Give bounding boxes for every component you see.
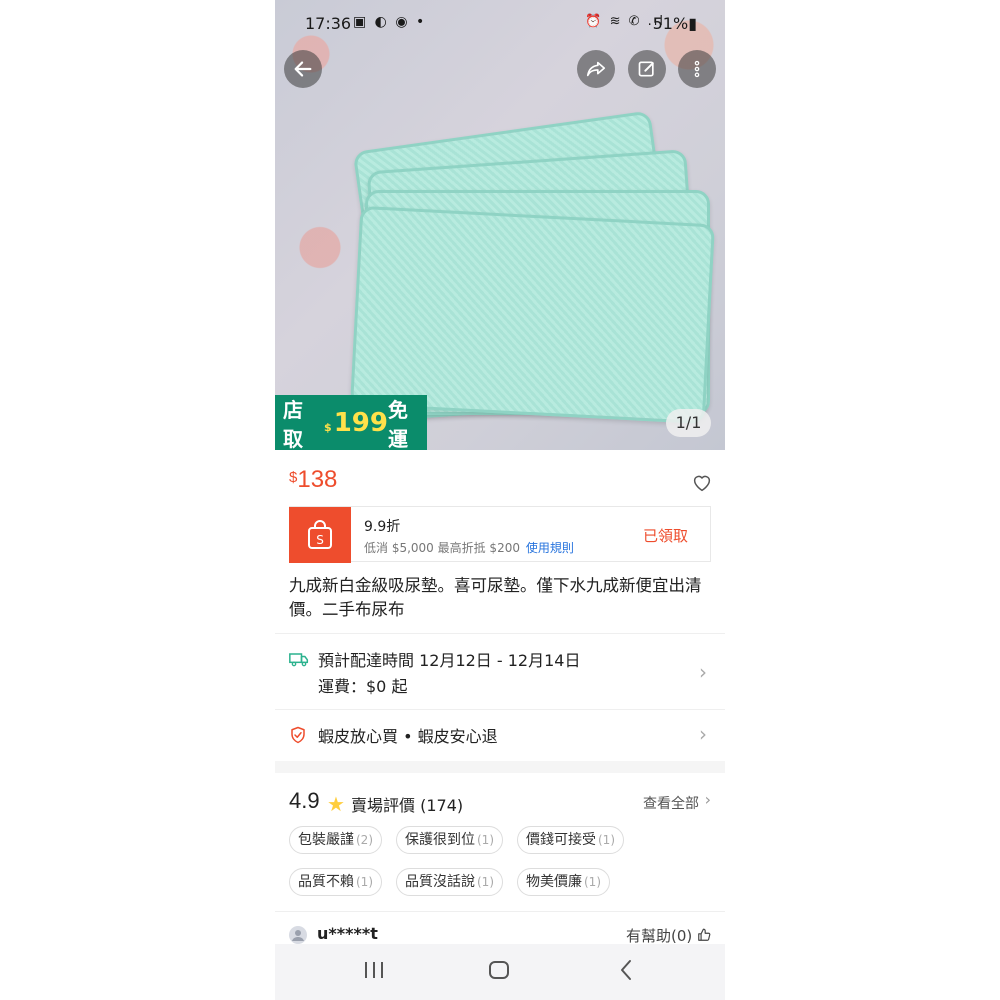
promo-dollar: $ xyxy=(324,421,332,434)
notification-icons: ▣ ◐ ◉ • xyxy=(353,14,427,30)
divider xyxy=(275,911,725,912)
star-icon: ★ xyxy=(327,792,345,816)
review-tag[interactable]: 價錢可接受 (1) xyxy=(517,826,624,854)
helpful-button[interactable]: 有幫助(0) xyxy=(626,925,711,946)
tag-count: (1) xyxy=(598,833,615,847)
tag-label: 品質沒話說 xyxy=(405,874,475,890)
product-image[interactable]: 17:36 ▣ ◐ ◉ • ⏰ ≋ ✆ .ıl 51%▮ 店取 $ 199 免運… xyxy=(275,0,725,451)
voucher-description: 低消 $5,000 最高折抵 $200 使用規則 xyxy=(364,539,574,556)
status-time: 17:36 xyxy=(305,14,352,33)
tag-label: 品質不賴 xyxy=(298,874,354,890)
promo-number: 199 xyxy=(333,407,388,438)
rating-header: 4.9 ★ 賣場評價 (174) 查看全部 › xyxy=(289,788,711,818)
tag-count: (2) xyxy=(356,833,373,847)
review-tag[interactable]: 保護很到位 (1) xyxy=(396,826,503,854)
thumbs-up-icon xyxy=(698,928,711,941)
image-pager: 1/1 xyxy=(666,409,711,437)
review-tag[interactable]: 品質沒話說 (1) xyxy=(396,868,503,896)
chevron-right-icon: › xyxy=(699,722,707,746)
tag-label: 物美價廉 xyxy=(526,874,582,890)
user-icon xyxy=(292,930,304,941)
promo-prefix: 店取 xyxy=(283,397,303,451)
promo-suffix: 免運 xyxy=(387,397,408,451)
rating-score: 4.9 xyxy=(289,788,320,813)
battery-indicator: 51%▮ xyxy=(652,14,697,33)
guarantee-text: 蝦皮放心買 • 蝦皮安心退 xyxy=(318,727,498,746)
voucher-logo: S xyxy=(289,507,351,563)
section-separator xyxy=(275,761,725,773)
truck-icon xyxy=(289,653,309,667)
voucher-rules-link[interactable]: 使用規則 xyxy=(526,541,574,555)
rating-label: 賣場評價 (174) xyxy=(351,796,464,815)
status-bar: 17:36 ▣ ◐ ◉ • ⏰ ≋ ✆ .ıl 51%▮ xyxy=(275,10,725,40)
more-options-button[interactable] xyxy=(678,50,716,88)
recent-apps-icon[interactable] xyxy=(363,958,385,982)
heart-icon[interactable] xyxy=(692,474,712,492)
tag-count: (1) xyxy=(356,875,373,889)
voucher-claimed-status: 已領取 xyxy=(642,527,688,545)
share-icon xyxy=(586,61,606,77)
review-tag[interactable]: 品質不賴 (1) xyxy=(289,868,382,896)
more-vertical-icon xyxy=(694,60,700,78)
voucher-title: 9.9折 xyxy=(364,519,401,535)
shopping-bag-icon: S xyxy=(308,520,332,549)
tag-count: (1) xyxy=(477,833,494,847)
home-icon[interactable] xyxy=(488,958,510,982)
tag-label: 價錢可接受 xyxy=(526,832,596,848)
share-button[interactable] xyxy=(577,50,615,88)
system-navigation-bar xyxy=(275,944,725,1000)
voucher-card[interactable]: S 9.9折 低消 $5,000 最高折抵 $200 使用規則 已領取 xyxy=(289,506,711,563)
shipping-row[interactable]: 預計配達時間 12月12日 - 12月14日 運費：$0 起 › xyxy=(275,634,725,709)
tag-count: (1) xyxy=(477,875,494,889)
svg-text:S: S xyxy=(316,533,324,547)
voucher-conditions: 低消 $5,000 最高折抵 $200 xyxy=(364,541,520,555)
review-tag[interactable]: 包裝嚴謹 (2) xyxy=(289,826,382,854)
shipping-fee: 運費：$0 起 xyxy=(318,677,408,696)
product-page: 17:36 ▣ ◐ ◉ • ⏰ ≋ ✆ .ıl 51%▮ 店取 $ 199 免運… xyxy=(275,0,725,1000)
view-all-link[interactable]: 查看全部 xyxy=(643,793,699,813)
arrow-left-icon xyxy=(294,61,312,77)
pad-graphic xyxy=(350,205,715,425)
chevron-right-icon: › xyxy=(704,790,711,809)
price-value: 138 xyxy=(297,466,338,493)
shield-icon xyxy=(291,726,305,744)
back-button[interactable] xyxy=(284,50,322,88)
back-nav-icon[interactable] xyxy=(615,958,637,982)
edit-icon xyxy=(638,61,654,77)
helpful-label: 有幫助(0) xyxy=(625,927,693,945)
edit-button[interactable] xyxy=(628,50,666,88)
price: $138 xyxy=(289,466,337,494)
guarantee-row[interactable]: 蝦皮放心買 • 蝦皮安心退 › xyxy=(275,710,725,760)
product-title: 九成新白金級吸尿墊。喜可尿墊。僅下水九成新便宜出清價。二手布尿布 xyxy=(289,576,702,619)
tag-label: 包裝嚴謹 xyxy=(298,832,354,848)
chevron-right-icon: › xyxy=(699,660,707,684)
tag-count: (1) xyxy=(584,875,601,889)
promo-banner: 店取 $ 199 免運 xyxy=(275,395,427,451)
tag-label: 保護很到位 xyxy=(405,832,475,848)
avatar xyxy=(289,926,307,944)
review-tag[interactable]: 物美價廉 (1) xyxy=(517,868,610,896)
delivery-estimate: 預計配達時間 12月12日 - 12月14日 xyxy=(318,651,581,670)
reviewer-name: u*****t xyxy=(317,924,378,943)
